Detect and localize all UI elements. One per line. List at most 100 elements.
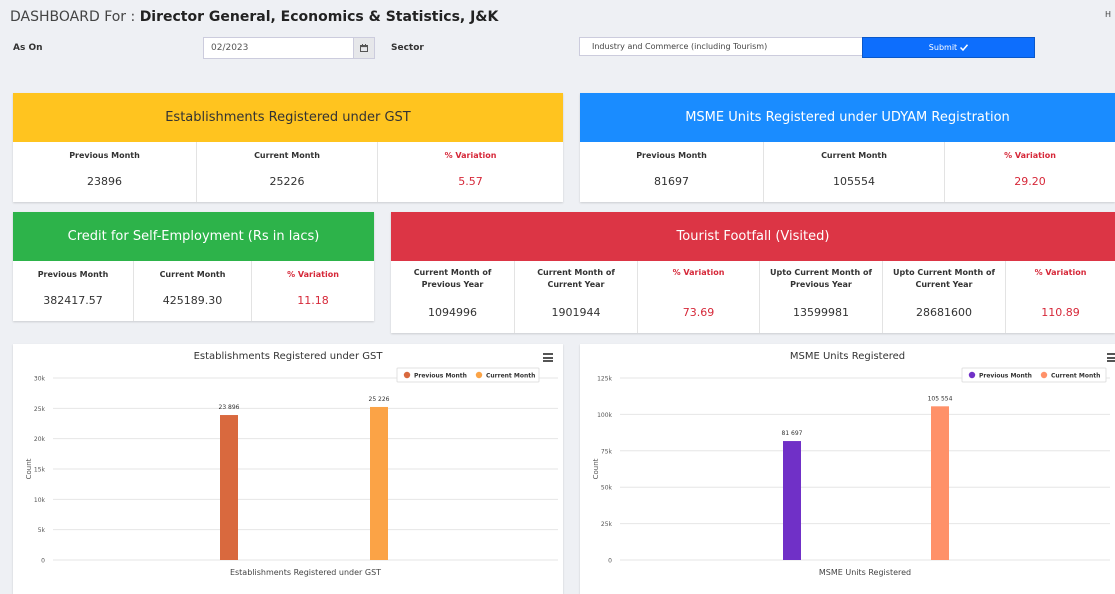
calendar-icon: [360, 44, 368, 52]
tourist-c2-cell: Current Month of Current Year 1901944: [515, 261, 638, 333]
credit-curr-label: Current Month: [159, 270, 226, 279]
tourist-c1-value: 1094996: [428, 306, 477, 319]
tourist-card: Tourist Footfall (Visited) Current Month…: [391, 212, 1115, 333]
msme-prev-cell: Previous Month 81697: [580, 142, 764, 202]
y-tick-label: 15k: [34, 467, 46, 474]
msme-prev-value: 81697: [654, 175, 689, 188]
sector-select[interactable]: Industry and Commerce (including Tourism…: [579, 37, 863, 56]
bar-current-month: [370, 406, 388, 560]
gst-curr-value: 25226: [269, 175, 305, 188]
gst-var-value: 5.57: [458, 175, 483, 188]
bar-previous-month: [220, 415, 238, 560]
credit-curr-value: 425189.30: [162, 294, 223, 307]
gst-card: Establishments Registered under GST Prev…: [13, 93, 563, 202]
tourist-c5-cell: Upto Current Month of Current Year 28681…: [883, 261, 1006, 333]
credit-var-cell: % Variation 11.18: [252, 261, 374, 321]
msme-curr-label: Current Month: [821, 151, 887, 160]
tourist-c4-label: Upto Current Month of Previous Year: [770, 268, 872, 289]
x-axis-label: MSME Units Registered: [819, 568, 911, 577]
sector-label: Sector: [391, 43, 424, 53]
tourist-c3-label: % Variation: [672, 268, 725, 277]
y-tick-label: 30k: [34, 376, 46, 383]
msme-var-value: 29.20: [1014, 175, 1046, 188]
legend-marker: [475, 371, 483, 379]
y-tick-label: 10k: [34, 497, 46, 504]
credit-prev-cell: Previous Month 382417.57: [13, 261, 134, 321]
credit-var-value: 11.18: [297, 294, 329, 307]
gst-curr-cell: Current Month 25226: [197, 142, 378, 202]
tourist-c5-label: Upto Current Month of Current Year: [893, 268, 995, 289]
gst-var-label: % Variation: [444, 151, 497, 160]
tourist-c1-cell: Current Month of Previous Year 1094996: [391, 261, 515, 333]
tourist-c3-value: 73.69: [682, 306, 715, 319]
gst-prev-value: 23896: [87, 175, 122, 188]
tourist-card-title: Tourist Footfall (Visited): [391, 212, 1115, 261]
page-title: DASHBOARD For : Director General, Econom…: [10, 9, 498, 25]
top-bar: DASHBOARD For : Director General, Econom…: [0, 0, 1115, 32]
as-on-label: As On: [13, 43, 43, 53]
y-tick-label: 20k: [34, 436, 46, 443]
y-tick-label: 50k: [601, 485, 613, 492]
legend-label: Current Month: [486, 373, 535, 380]
calendar-button[interactable]: [353, 38, 374, 58]
tourist-c6-value: 110.89: [1041, 306, 1080, 319]
legend-label: Previous Month: [979, 373, 1032, 380]
gst-prev-label: Previous Month: [69, 151, 140, 160]
y-tick-label: 100k: [597, 412, 612, 419]
legend-marker: [968, 371, 976, 379]
msme-prev-label: Previous Month: [636, 151, 707, 160]
y-axis-label: Count: [592, 458, 600, 479]
y-tick-label: 5k: [38, 527, 46, 534]
bar-current-month: [931, 406, 949, 560]
credit-var-label: % Variation: [287, 270, 339, 279]
msme-curr-value: 105554: [833, 175, 875, 188]
y-tick-label: 125k: [597, 376, 612, 383]
y-tick-label: 75k: [601, 448, 613, 455]
gst-var-cell: % Variation 5.57: [378, 142, 563, 202]
tourist-c4-cell: Upto Current Month of Previous Year 1359…: [760, 261, 883, 333]
tourist-c6-cell: % Variation 110.89: [1006, 261, 1115, 333]
submit-button[interactable]: Submit: [862, 37, 1035, 58]
gst-prev-cell: Previous Month 23896: [13, 142, 197, 202]
check-icon: [960, 44, 969, 51]
msme-chart-card: MSME Units Registered 0 25k 50k 75k 100k 125k…: [580, 344, 1115, 594]
bar-data-label: 25 226: [369, 396, 390, 403]
bar-data-label: 81 697: [782, 430, 803, 437]
tourist-c4-value: 13599981: [793, 306, 849, 319]
legend-label: Previous Month: [414, 373, 467, 380]
y-axis-label: Count: [25, 458, 33, 479]
y-tick-label: 25k: [601, 521, 613, 528]
tourist-c2-value: 1901944: [551, 306, 601, 319]
y-tick-label: 0: [608, 558, 612, 565]
tourist-c1-label: Current Month of Previous Year: [413, 268, 492, 289]
credit-prev-label: Previous Month: [37, 270, 109, 279]
gst-chart: 0 5k 10k 15k 20k 25k 30k Count 23 896 25 226 Estab…: [25, 367, 558, 577]
x-axis-label: Establishments Registered under GST: [230, 568, 381, 577]
submit-label: Submit: [928, 43, 958, 52]
tourist-c5-value: 28681600: [916, 306, 972, 319]
msme-curr-cell: Current Month 105554: [764, 142, 945, 202]
y-tick-label: 0: [41, 558, 45, 565]
msme-card: MSME Units Registered under UDYAM Regist…: [580, 93, 1115, 202]
gst-curr-label: Current Month: [254, 151, 320, 160]
credit-card-title: Credit for Self-Employment (Rs in lacs): [13, 212, 374, 261]
msme-card-title: MSME Units Registered under UDYAM Regist…: [580, 93, 1115, 142]
bar-previous-month: [783, 441, 801, 560]
y-tick-label: 25k: [34, 406, 46, 413]
credit-card: Credit for Self-Employment (Rs in lacs) …: [13, 212, 374, 321]
tourist-c3-cell: % Variation 73.69: [638, 261, 760, 333]
msme-var-cell: % Variation 29.20: [945, 142, 1115, 202]
gst-card-title: Establishments Registered under GST: [13, 93, 563, 142]
credit-curr-cell: Current Month 425189.30: [134, 261, 252, 321]
date-picker: [203, 37, 375, 59]
page-title-org: Director General, Economics & Statistics…: [139, 9, 499, 25]
tourist-c6-label: % Variation: [1034, 268, 1087, 277]
msme-chart: 0 25k 50k 75k 100k 125k Count 81 697 105 554 MSME…: [592, 367, 1110, 577]
page-title-prefix: DASHBOARD For :: [10, 9, 136, 25]
bar-data-label: 23 896: [219, 404, 240, 411]
month-input[interactable]: [204, 38, 354, 58]
header-corner-link[interactable]: H: [1105, 10, 1111, 19]
legend-marker: [403, 371, 411, 379]
credit-prev-value: 382417.57: [43, 294, 103, 307]
bar-data-label: 105 554: [928, 395, 953, 402]
